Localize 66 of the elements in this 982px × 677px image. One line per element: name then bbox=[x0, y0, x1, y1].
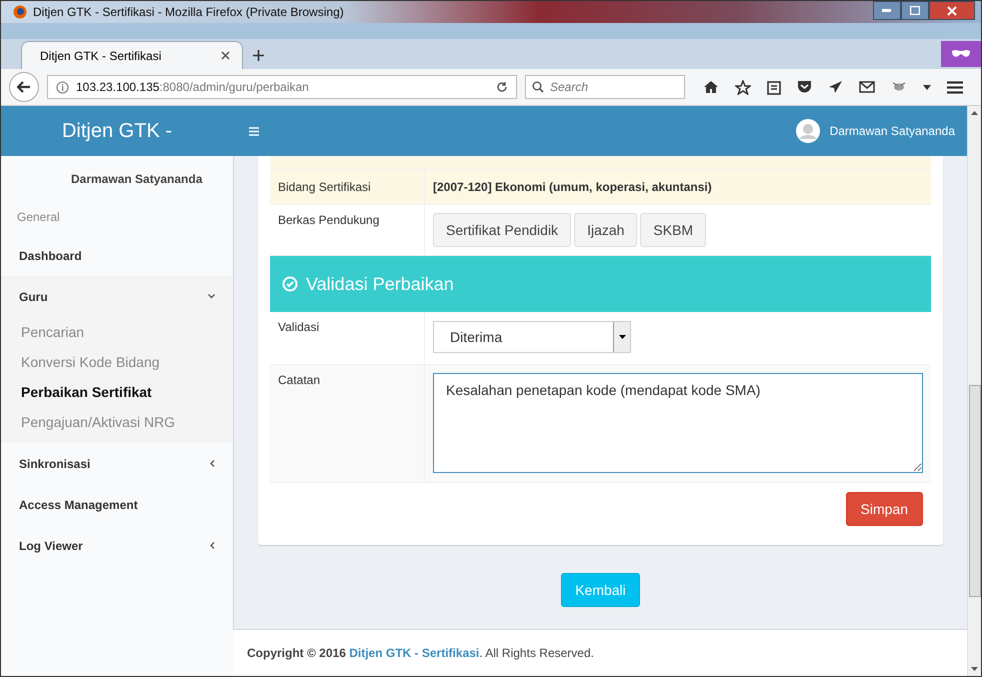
scroll-down-icon[interactable] bbox=[971, 667, 978, 671]
close-icon bbox=[947, 6, 957, 16]
sidebar-item-label: Sinkronisasi bbox=[19, 456, 90, 470]
window-title: Ditjen GTK - Sertifikasi - Mozilla Firefox (Private Browsing) bbox=[33, 5, 344, 19]
notes-field[interactable]: Kesalahan penetapan kode (mendapat kode SMA) bbox=[433, 373, 923, 473]
submenu-item[interactable]: Perbaikan Sertifikat bbox=[1, 377, 233, 407]
field-label: Validasi bbox=[270, 312, 425, 364]
private-mask-icon bbox=[941, 41, 981, 67]
section-title: Validasi Perbaikan bbox=[306, 274, 454, 294]
chevron-left-icon bbox=[210, 460, 215, 467]
mail-icon[interactable] bbox=[859, 81, 875, 93]
menu-icon[interactable] bbox=[947, 80, 963, 94]
scrollbar[interactable] bbox=[967, 106, 981, 676]
close-button[interactable] bbox=[929, 1, 975, 20]
scroll-thumb[interactable] bbox=[968, 385, 980, 597]
copyright-text: Copyright © 2016 Ditjen GTK - Sertifikasi. All Rights Reserved. bbox=[247, 646, 594, 660]
back-arrow-icon bbox=[17, 81, 31, 93]
browser-tab[interactable]: Ditjen GTK - Sertifikasi bbox=[21, 41, 243, 69]
sidebar-item-label: Guru bbox=[19, 290, 48, 304]
bug-icon[interactable] bbox=[891, 81, 907, 93]
document-button[interactable]: SKBM bbox=[640, 213, 706, 247]
scroll-up-icon[interactable] bbox=[971, 111, 978, 115]
field-label: Berkas Pendukung bbox=[270, 205, 425, 255]
chevron-down-icon bbox=[208, 294, 215, 299]
browser-logo-icon bbox=[13, 5, 27, 19]
minimize-icon bbox=[882, 8, 892, 12]
sidebar-item[interactable]: Guru bbox=[1, 276, 233, 317]
chevron-left-icon bbox=[210, 542, 215, 549]
tab-title: Ditjen GTK - Sertifikasi bbox=[40, 48, 162, 62]
search-icon bbox=[532, 81, 544, 93]
dropdown-icon[interactable] bbox=[923, 84, 931, 90]
close-icon[interactable] bbox=[221, 51, 230, 60]
pocket-icon[interactable] bbox=[797, 80, 812, 94]
field-label: Bidang Sertifikasi bbox=[270, 170, 425, 204]
maximize-button[interactable] bbox=[901, 1, 929, 20]
field-value: [2007-120] Ekonomi (umum, koperasi, akuntansi) bbox=[432, 179, 713, 196]
footer-link[interactable]: Ditjen GTK - Sertifikasi bbox=[349, 646, 480, 660]
search-field[interactable]: Search bbox=[525, 75, 685, 99]
document-button[interactable]: Sertifikat Pendidik bbox=[433, 213, 572, 247]
maximize-icon bbox=[910, 6, 920, 15]
sidebar-item[interactable]: Sinkronisasi bbox=[1, 443, 233, 484]
section-header: General bbox=[16, 209, 61, 226]
new-tab-icon[interactable] bbox=[253, 50, 264, 61]
star-icon[interactable] bbox=[735, 80, 751, 94]
dropdown-icon bbox=[618, 335, 626, 339]
sidebar-item[interactable]: Access Management bbox=[1, 484, 233, 525]
field-label: Catatan bbox=[270, 365, 425, 482]
brand-title[interactable]: Ditjen GTK - bbox=[62, 120, 172, 142]
validation-select[interactable]: Diterima bbox=[433, 321, 631, 353]
sidebar-item[interactable]: Log Viewer bbox=[1, 525, 233, 566]
address-field[interactable]: 103.23.100.135:8080/admin/guru/perbaikan bbox=[47, 75, 517, 99]
back-button[interactable] bbox=[9, 72, 39, 102]
user-name[interactable]: Darmawan Satyananda bbox=[830, 124, 955, 138]
home-icon[interactable] bbox=[703, 80, 719, 94]
avatar-icon bbox=[796, 119, 820, 143]
info-icon[interactable] bbox=[56, 80, 69, 94]
document-button[interactable]: Ijazah bbox=[574, 213, 638, 247]
sidebar-user-name: Darmawan Satyananda bbox=[70, 171, 204, 188]
check-circle-icon bbox=[282, 276, 298, 292]
sidebar-item[interactable]: Dashboard bbox=[1, 235, 233, 276]
save-button[interactable]: Simpan bbox=[846, 492, 923, 526]
reload-icon[interactable] bbox=[496, 81, 508, 93]
clipboard-icon[interactable] bbox=[767, 80, 781, 94]
minimize-button[interactable] bbox=[873, 1, 901, 20]
send-icon[interactable] bbox=[828, 80, 843, 94]
sidebar-item-label: Log Viewer bbox=[19, 538, 83, 552]
